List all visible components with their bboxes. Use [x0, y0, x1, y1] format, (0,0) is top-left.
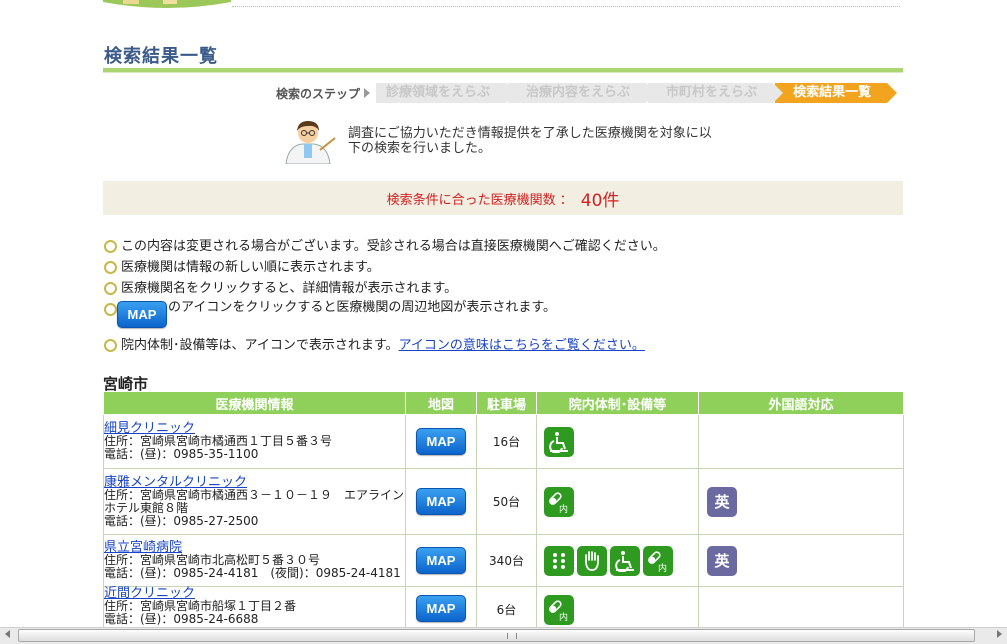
page-title: 検索結果一覧 — [104, 46, 218, 67]
equipment-cell: 内 — [536, 534, 699, 587]
wheelchair-icon — [544, 426, 574, 457]
facility-phone: 電話：(昼)：0985-24-6688 — [104, 612, 259, 626]
equipment-cell: 内 — [536, 468, 699, 535]
bullet-icon — [104, 282, 117, 295]
table-row: 細見クリニック 住所：宮崎県宮崎市橘通西１丁目５番３号 電話：(昼)：0985-… — [103, 414, 904, 469]
bullet-icon — [104, 261, 117, 274]
parking-cell: 50台 — [476, 468, 537, 535]
step-treatment: 治療内容をえらぶ — [508, 83, 657, 103]
scroll-left-icon[interactable] — [5, 630, 10, 638]
search-steps: 検索のステップ 診療領域をえらぶ 治療内容をえらぶ 市町村をえらぶ 検索結果一覧 — [276, 83, 898, 103]
svg-text:内: 内 — [559, 503, 568, 514]
bullet-icon — [104, 303, 117, 316]
result-count-bar: 検索条件に合った医療機関数 ： 40件 — [103, 181, 903, 215]
facility-address: 住所：宮崎県宮崎市橘通西３－１０－１９ エアラインホテル東館８階 — [104, 487, 405, 515]
step-results: 検索結果一覧 — [775, 83, 898, 103]
horizontal-scrollbar[interactable] — [0, 627, 1007, 644]
scrollbar-thumb[interactable] — [18, 629, 975, 642]
map-button[interactable]: MAP — [416, 428, 466, 455]
map-cell: MAP — [405, 534, 477, 587]
english-icon: 英 — [707, 545, 737, 576]
icon-legend-link[interactable]: アイコンの意味はこちらをご覧ください。 — [399, 335, 645, 356]
result-count-label: 検索条件に合った医療機関数 ： — [386, 192, 573, 208]
note-item: 医療機関名をクリックすると、詳細情報が表示されます。 — [104, 278, 904, 299]
svg-text:内: 内 — [658, 562, 667, 573]
facility-info: 康雅メンタルクリニック 住所：宮崎県宮崎市橘通西３－１０－１９ エアラインホテル… — [103, 468, 406, 535]
svg-text:内: 内 — [559, 611, 568, 622]
step-arrow-icon — [364, 88, 371, 98]
bullet-icon — [104, 339, 117, 352]
equipment-cell — [536, 414, 699, 469]
header-parking: 駐車場 — [476, 391, 537, 415]
map-cell: MAP — [405, 414, 477, 469]
medicine-internal-icon: 内 — [544, 595, 574, 625]
note-text: のアイコンをクリックすると医療機関の周辺地図が表示されます。 — [168, 300, 557, 315]
note-text: 医療機関名をクリックすると、詳細情報が表示されます。 — [121, 281, 458, 296]
map-button[interactable]: MAP — [416, 547, 466, 574]
language-cell — [698, 414, 904, 469]
step-area: 診療領域をえらぶ — [376, 83, 517, 103]
table-row: 県立宮崎病院 住所：宮崎県宮崎市北高松町５番３０号 電話：(昼)：0985-24… — [103, 534, 904, 587]
table-header-row: 医療機関情報 地図 駐車場 院内体制･設備等 外国語対応 — [103, 391, 904, 415]
facility-address: 住所：宮崎県宮崎市橘通西１丁目５番３号 — [104, 434, 333, 448]
facility-info: 県立宮崎病院 住所：宮崎県宮崎市北高松町５番３０号 電話：(昼)：0985-24… — [103, 534, 406, 587]
map-cell: MAP — [405, 468, 477, 535]
note-item: 院内体制･設備等は、アイコンで表示されます。 アイコンの意味はこちらをご覧くださ… — [104, 335, 904, 356]
english-icon: 英 — [707, 486, 737, 517]
medicine-internal-icon: 内 — [643, 545, 673, 576]
note-text: この内容は変更される場合がございます。受診される場合は直接医療機関へご確認くださ… — [121, 239, 666, 254]
facility-address: 住所：宮崎県宮崎市北高松町５番３０号 — [104, 553, 321, 567]
note-text: 院内体制･設備等は、アイコンで表示されます。 — [121, 338, 399, 353]
parking-cell: 340台 — [476, 534, 537, 587]
language-cell: 英 — [698, 468, 904, 535]
intro-line-1: 調査にご協力いただき情報提供を了承した医療機関を対象に以 — [348, 126, 712, 141]
table-row: 康雅メンタルクリニック 住所：宮崎県宮崎市橘通西３－１０－１９ エアラインホテル… — [103, 468, 904, 535]
braille-icon — [544, 545, 574, 576]
title-underline — [103, 68, 903, 73]
wheelchair-icon — [610, 545, 640, 576]
facility-address: 住所：宮崎県宮崎市船塚１丁目２番 — [104, 599, 297, 613]
bullet-icon — [104, 240, 117, 253]
header-map: 地図 — [405, 391, 477, 415]
note-item: 医療機関は情報の新しい順に表示されます。 — [104, 257, 904, 278]
map-button[interactable]: MAP — [416, 488, 466, 515]
intro-line-2: 下の検索を行いました。 — [348, 141, 492, 156]
header-illustration — [103, 0, 231, 8]
map-button[interactable]: MAP — [416, 595, 466, 622]
header-divider — [232, 6, 900, 7]
note-text: 医療機関は情報の新しい順に表示されます。 — [121, 260, 380, 275]
intro-text: 調査にご協力いただき情報提供を了承した医療機関を対象に以 下の検索を行いました。 — [348, 126, 738, 156]
parking-cell: 16台 — [476, 414, 537, 469]
header-equipment: 院内体制･設備等 — [536, 391, 699, 415]
result-count-value: 40件 — [580, 190, 620, 211]
note-item: MAP のアイコンをクリックすると医療機関の周辺地図が表示されます。 — [104, 299, 904, 333]
note-item: この内容は変更される場合がございます。受診される場合は直接医療機関へご確認くださ… — [104, 236, 904, 257]
facility-phone: 電話：(昼)：0985-24-4181 (夜間)：0985-24-4181 — [104, 566, 401, 580]
steps-label: 検索のステップ — [276, 86, 361, 101]
map-icon-sample: MAP — [117, 301, 167, 328]
facility-phone: 電話：(昼)：0985-35-1100 — [104, 447, 259, 461]
sign-language-icon — [577, 545, 607, 576]
language-cell: 英 — [698, 534, 904, 587]
grip-icon — [507, 633, 517, 639]
header-language: 外国語対応 — [698, 391, 904, 415]
facility-phone: 電話：(昼)：0985-27-2500 — [104, 513, 259, 528]
header-info: 医療機関情報 — [103, 391, 406, 415]
doctor-icon — [285, 121, 336, 164]
results-table: 医療機関情報 地図 駐車場 院内体制･設備等 外国語対応 細見クリニック 住所：… — [103, 391, 904, 639]
step-municipality: 市町村をえらぶ — [648, 83, 784, 103]
medicine-internal-icon: 内 — [544, 486, 574, 517]
notes-list: この内容は変更される場合がございます。受診される場合は直接医療機関へご確認くださ… — [104, 236, 904, 356]
facility-info: 細見クリニック 住所：宮崎県宮崎市橘通西１丁目５番３号 電話：(昼)：0985-… — [103, 414, 406, 469]
scroll-right-icon[interactable] — [997, 630, 1002, 638]
